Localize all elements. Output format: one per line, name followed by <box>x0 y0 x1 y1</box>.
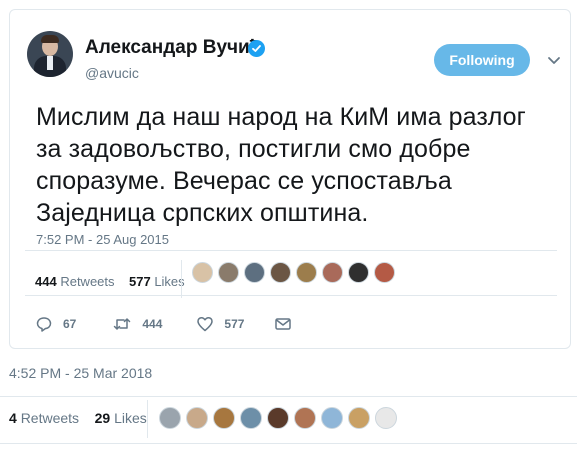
liker-avatar[interactable] <box>321 407 343 429</box>
embedded-tweet-card[interactable]: Александар Вучић @avucic Following Мисли… <box>9 9 571 349</box>
heart-icon <box>196 315 214 333</box>
direct-message-button[interactable] <box>274 315 292 333</box>
liker-avatar[interactable] <box>159 407 181 429</box>
author-handle[interactable]: @avucic <box>85 65 139 81</box>
quote-stats-separator <box>147 400 148 438</box>
liker-avatar[interactable] <box>322 262 343 283</box>
quote-liker-avatars <box>159 407 402 429</box>
retweets-count: 444 <box>35 274 57 289</box>
liker-avatar[interactable] <box>244 262 265 283</box>
quote-retweets-count: 4 <box>9 410 17 426</box>
likes-stat[interactable]: 577 Likes <box>129 274 185 289</box>
tweet-timestamp[interactable]: 7:52 PM - 25 Aug 2015 <box>36 232 169 247</box>
divider <box>25 250 557 251</box>
chevron-down-icon[interactable] <box>546 52 562 68</box>
verified-badge-icon <box>248 40 265 57</box>
tweet-text-line: за задовољство, постигли смо добре <box>36 135 471 163</box>
tweet-text-line: споразуме. Вечерас се успоставља <box>36 167 452 195</box>
quote-likes-label: Likes <box>114 410 147 426</box>
liker-avatar[interactable] <box>374 262 395 283</box>
divider <box>0 443 577 444</box>
liker-avatar[interactable] <box>192 262 213 283</box>
reply-count: 67 <box>63 317 77 331</box>
author-avatar[interactable] <box>27 31 73 77</box>
divider <box>0 396 577 397</box>
divider <box>25 295 557 296</box>
tweet-actions: 67 444 577 <box>35 315 292 333</box>
tweet-text: Мислим да наш народ на КиМ има разлог за… <box>36 101 556 229</box>
likes-count: 577 <box>128 274 151 289</box>
liker-avatar[interactable] <box>294 407 316 429</box>
quote-timestamp[interactable]: 4:52 PM - 25 Mar 2018 <box>9 365 152 381</box>
reply-icon <box>35 315 53 333</box>
retweets-label: Retweets <box>60 274 115 289</box>
quote-retweets-stat[interactable]: 4 Retweets <box>9 410 79 426</box>
liker-avatar[interactable] <box>218 262 239 283</box>
liker-avatar[interactable] <box>375 407 397 429</box>
following-button[interactable]: Following <box>434 44 530 76</box>
liker-avatar[interactable] <box>270 262 291 283</box>
liker-avatar[interactable] <box>240 407 262 429</box>
retweets-stat[interactable]: 444 Retweets <box>35 274 115 289</box>
author-display-name[interactable]: Александар Вучић <box>85 37 261 59</box>
liker-avatar[interactable] <box>296 262 317 283</box>
engagement-stats: 444 Retweets 577 Likes <box>35 274 185 289</box>
tweet-text-line: Заједница српских општина. <box>36 199 369 227</box>
retweet-button[interactable]: 444 <box>112 315 162 333</box>
quote-likes-stat[interactable]: 29 Likes <box>95 410 147 426</box>
liker-avatar[interactable] <box>348 407 370 429</box>
envelope-icon <box>274 315 292 333</box>
quote-likes-count: 29 <box>94 410 111 426</box>
liker-avatar[interactable] <box>267 407 289 429</box>
liker-avatars <box>192 262 400 283</box>
retweet-count: 444 <box>142 317 163 331</box>
liker-avatar[interactable] <box>348 262 369 283</box>
stats-separator <box>181 260 182 298</box>
liker-avatar[interactable] <box>186 407 208 429</box>
like-button[interactable]: 577 <box>196 315 244 333</box>
avatar-shirt <box>47 56 53 70</box>
reply-button[interactable]: 67 <box>35 315 76 333</box>
quote-retweets-label: Retweets <box>20 410 80 426</box>
avatar-hair <box>41 35 59 43</box>
quote-engagement-stats: 4 Retweets 29 Likes <box>9 410 147 426</box>
retweet-icon <box>112 315 132 333</box>
tweet-text-line: Мислим да наш народ на КиМ има разлог <box>36 103 526 131</box>
like-count: 577 <box>224 317 245 331</box>
liker-avatar[interactable] <box>213 407 235 429</box>
